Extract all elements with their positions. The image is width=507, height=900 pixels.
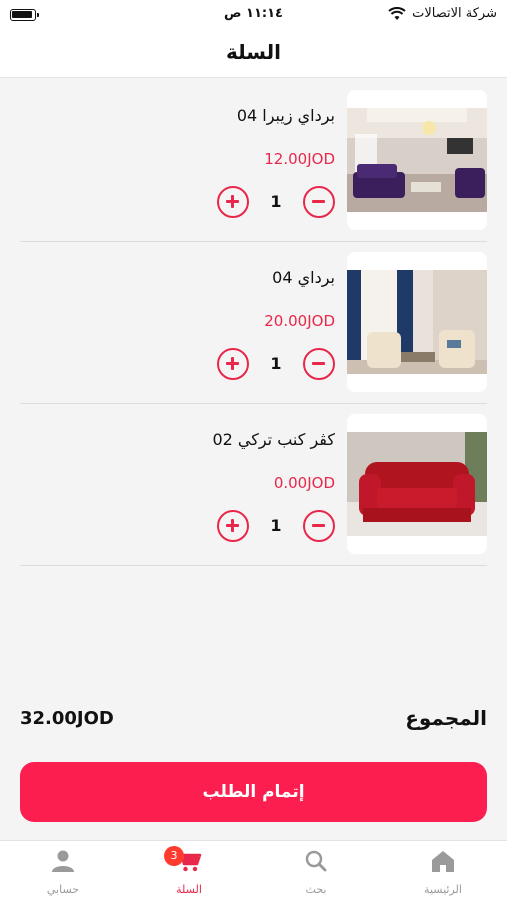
living-room-image (347, 108, 487, 212)
product-price: 12.00JOD (264, 150, 335, 168)
tab-label: الرئيسية (424, 883, 462, 896)
product-name: برداي زيبرا 04 (236, 106, 335, 125)
tab-label: بحث (305, 883, 327, 896)
decrease-quantity-button[interactable] (303, 186, 335, 218)
home-icon (432, 851, 454, 872)
quantity-value: 1 (270, 516, 282, 535)
product-name: برداي 04 (272, 268, 335, 287)
increase-quantity-button[interactable] (217, 348, 249, 380)
tab-label: حسابي (46, 883, 80, 896)
cart-list: برداي زيبرا 04 12.00JOD 1 برداي 04 20.00… (0, 80, 507, 566)
cart-item[interactable]: برداي 04 20.00JOD 1 (0, 242, 507, 404)
total-label: المجموع (405, 706, 487, 730)
increase-quantity-button[interactable] (217, 510, 249, 542)
order-total: المجموع 32.00JOD (20, 706, 487, 736)
bottom-tab-bar: حسابي 3 السلة بحث الرئيسية (0, 840, 507, 900)
quantity-stepper: 1 (217, 510, 335, 544)
curtains-image (347, 270, 487, 374)
quantity-value: 1 (270, 354, 282, 373)
status-bar: شركة الاتصالات ١١:١٤ ص (0, 0, 507, 30)
product-name: كڤر كنب تركي 02 (212, 430, 335, 449)
total-value: 32.00JOD (20, 708, 114, 729)
tab-cart[interactable]: 3 السلة (126, 841, 252, 900)
checkout-button[interactable]: إتمام الطلب (20, 762, 487, 822)
divider (20, 565, 487, 566)
tab-account[interactable]: حسابي (0, 841, 126, 900)
tab-search[interactable]: بحث (253, 841, 379, 900)
clock: ١١:١٤ ص (224, 6, 283, 21)
quantity-stepper: 1 (217, 348, 335, 382)
page-header: السلة (0, 30, 507, 78)
page-title: السلة (225, 40, 281, 64)
product-image[interactable] (347, 90, 487, 230)
quantity-value: 1 (270, 192, 282, 211)
red-sofa-image (347, 432, 487, 536)
tab-home[interactable]: الرئيسية (380, 841, 506, 900)
cart-count-badge: 3 (164, 846, 184, 866)
quantity-stepper: 1 (217, 186, 335, 220)
search-icon (305, 850, 327, 872)
increase-quantity-button[interactable] (217, 186, 249, 218)
decrease-quantity-button[interactable] (303, 510, 335, 542)
battery-icon (10, 9, 39, 21)
product-image[interactable] (347, 414, 487, 554)
cart-item[interactable]: كڤر كنب تركي 02 0.00JOD 1 (0, 404, 507, 566)
cart-item[interactable]: برداي زيبرا 04 12.00JOD 1 (0, 80, 507, 242)
user-icon (52, 850, 74, 872)
decrease-quantity-button[interactable] (303, 348, 335, 380)
product-price: 20.00JOD (264, 312, 335, 330)
tab-label: السلة (176, 883, 202, 896)
product-price: 0.00JOD (273, 474, 335, 492)
product-image[interactable] (347, 252, 487, 392)
